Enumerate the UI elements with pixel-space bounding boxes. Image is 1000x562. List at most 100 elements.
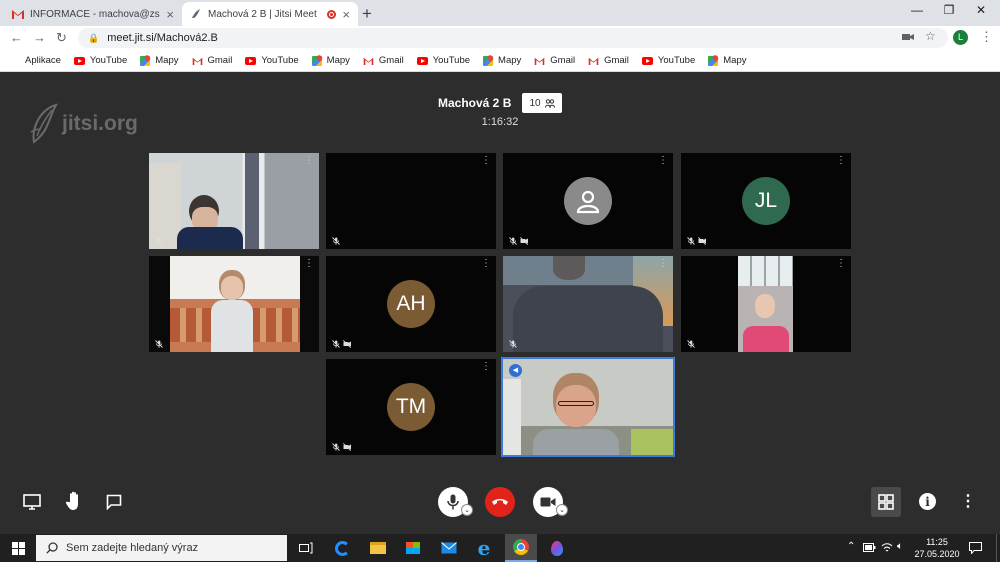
participant-initials: TM (395, 395, 427, 418)
participant-count: 10 (529, 97, 541, 109)
participant-tile[interactable]: TM ⋮ (326, 359, 496, 455)
bookmark-mapy[interactable]: Mapy (140, 55, 179, 66)
bookmark-youtube[interactable]: YouTube (641, 55, 696, 66)
window-close-icon[interactable]: ✕ (966, 3, 996, 17)
participant-tile[interactable]: ⋮ (503, 153, 673, 249)
battery-icon[interactable] (863, 543, 876, 552)
bookmark-gmail[interactable]: Gmail (534, 55, 575, 66)
tile-status-indicators (687, 340, 695, 348)
bookmark-label: Mapy (723, 55, 747, 66)
participant-tile[interactable]: AH ⋮ (326, 256, 496, 352)
participant-tile[interactable]: ⋮ (681, 256, 851, 352)
back-arrow-icon[interactable]: ← (10, 30, 23, 45)
camera-permission-icon[interactable] (902, 32, 914, 42)
tile-menu-icon[interactable]: ⋮ (481, 362, 491, 372)
participant-tile[interactable]: ⋮ (149, 256, 319, 352)
tile-menu-icon[interactable]: ⋮ (836, 259, 846, 269)
browser-tab-strip: INFORMACE - machova@zsunes × Machová 2 B… (0, 0, 1000, 26)
forward-arrow-icon[interactable]: → (33, 30, 46, 45)
url-field[interactable]: 🔒 meet.jit.si/Machová2.B (78, 28, 948, 48)
restore-icon[interactable]: ❐ (934, 3, 964, 17)
participant-tile[interactable]: ⋮ (503, 256, 673, 352)
show-hidden-icons-chevron-icon[interactable]: ⌃ (847, 541, 855, 552)
bookmark-label: Mapy (326, 55, 350, 66)
address-bar-row: ← → ↻ 🔒 meet.jit.si/Machová2.B (0, 26, 1000, 50)
bookmark-mapy[interactable]: Mapy (311, 55, 350, 66)
maps-icon (140, 55, 151, 66)
show-desktop-button[interactable] (996, 534, 1000, 562)
screen-share-icon[interactable] (23, 494, 41, 510)
bookmark-aplikace[interactable]: Aplikace (10, 55, 61, 66)
url-text: meet.jit.si/Machová2.B (107, 32, 218, 44)
paint3d-icon[interactable] (544, 534, 570, 562)
profile-avatar[interactable]: L (953, 30, 968, 45)
file-explorer-icon[interactable] (365, 534, 391, 562)
reload-icon[interactable]: ↻ (56, 30, 67, 46)
bookmark-youtube[interactable]: YouTube (245, 55, 299, 66)
info-icon[interactable]: i (919, 493, 936, 510)
tile-menu-icon[interactable]: ⋮ (658, 259, 668, 269)
wifi-icon[interactable] (881, 542, 893, 553)
search-placeholder: Sem zadejte hledaný výraz (66, 542, 199, 554)
mic-options-chevron-icon[interactable]: ⌄ (461, 504, 473, 516)
participant-tile[interactable]: JL ⋮ (681, 153, 851, 249)
mic-muted-icon (155, 237, 163, 245)
bookmark-label: YouTube (657, 55, 696, 66)
store-icon[interactable] (400, 534, 426, 562)
tile-status-indicators (509, 340, 517, 348)
maps-icon (311, 55, 322, 66)
bookmark-mapy[interactable]: Mapy (483, 55, 521, 66)
raise-hand-icon[interactable] (65, 491, 83, 511)
participant-tile[interactable]: ⋮ (326, 153, 496, 249)
recording-indicator-icon (327, 9, 337, 19)
minimize-icon[interactable]: — (902, 3, 932, 17)
start-button[interactable] (0, 534, 36, 562)
bookmark-youtube[interactable]: YouTube (416, 55, 470, 66)
notification-center-icon[interactable] (969, 542, 982, 554)
tile-status-indicators (155, 237, 163, 245)
participant-tile[interactable]: ⋮ (149, 153, 319, 249)
tile-menu-icon[interactable]: ⋮ (658, 156, 668, 166)
chat-icon[interactable] (106, 494, 122, 510)
bookmark-star-icon[interactable]: ☆ (925, 29, 936, 43)
tile-menu-icon[interactable]: ⋮ (836, 156, 846, 166)
bookmark-label: Gmail (207, 55, 233, 66)
tile-menu-icon[interactable]: ⋮ (304, 259, 314, 269)
taskbar-search-input[interactable]: Sem zadejte hledaný výraz (36, 535, 287, 561)
apps-icon (10, 56, 20, 66)
bookmark-gmail[interactable]: Gmail (363, 55, 404, 66)
tab-jitsi[interactable]: Machová 2 B | Jitsi Meet × (182, 2, 358, 26)
tile-menu-icon[interactable]: ⋮ (304, 156, 314, 166)
camera-options-chevron-icon[interactable]: ⌄ (556, 504, 568, 516)
participant-initials: AH (396, 292, 426, 315)
tile-status-indicators (332, 443, 351, 451)
close-icon[interactable]: × (166, 7, 174, 22)
system-clock[interactable]: 11:25 27.05.2020 (912, 536, 962, 560)
browser-menu-icon[interactable]: ⋮ (980, 29, 993, 45)
participants-icon (544, 98, 555, 108)
bookmark-gmail[interactable]: Gmail (192, 55, 233, 66)
participant-count-badge[interactable]: 10 (522, 93, 562, 113)
edge-icon[interactable] (329, 534, 355, 562)
mail-icon[interactable] (436, 534, 462, 562)
youtube-icon (73, 56, 85, 65)
bookmark-gmail[interactable]: Gmail (588, 55, 629, 66)
close-icon[interactable]: × (342, 7, 350, 22)
more-options-icon[interactable]: ⋮ (960, 491, 976, 511)
task-view-icon[interactable] (293, 534, 319, 562)
tab-gmail[interactable]: INFORMACE - machova@zsunes × (4, 2, 182, 26)
chrome-icon[interactable] (505, 534, 537, 562)
tab-title: Machová 2 B | Jitsi Meet (208, 8, 317, 20)
participant-avatar: TM (387, 383, 435, 431)
bookmark-mapy[interactable]: Mapy (708, 55, 746, 66)
tab-title: INFORMACE - machova@zsunes (30, 8, 160, 20)
participant-tile[interactable]: ◀ (503, 359, 673, 455)
internet-explorer-icon[interactable]: e (471, 534, 497, 562)
volume-icon[interactable]: 🔈︎ (897, 541, 903, 552)
bookmark-youtube[interactable]: YouTube (73, 55, 127, 66)
tile-view-button[interactable] (871, 487, 901, 517)
new-tab-button[interactable]: + (362, 4, 372, 24)
hangup-button[interactable] (485, 487, 515, 517)
tile-menu-icon[interactable]: ⋮ (481, 259, 491, 269)
tile-menu-icon[interactable]: ⋮ (481, 156, 491, 166)
